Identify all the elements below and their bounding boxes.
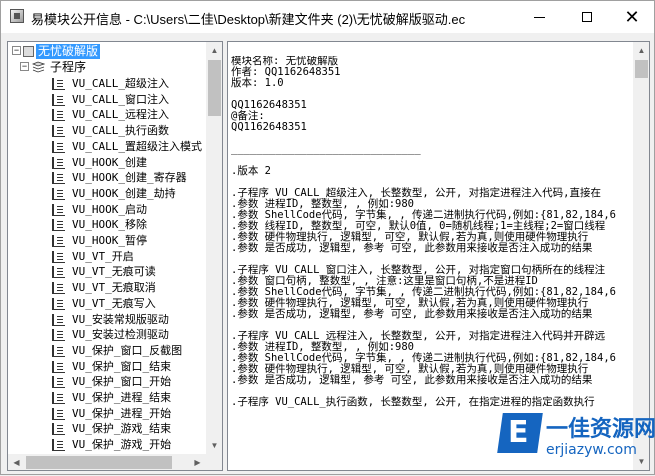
subroutine-icon [52, 203, 65, 216]
app-icon [10, 9, 24, 23]
subroutine-icon [52, 282, 65, 295]
tree-item-label: VU_安装过检测驱动 [72, 328, 169, 342]
site-watermark: E 一佳资源网 erjiazyw.com [497, 409, 655, 476]
subroutine-icon [52, 109, 65, 122]
subroutine-icon [52, 297, 65, 310]
info-line: .参数 是否成功, 逻辑型, 参考 可空, 此参数用来接收是否注入成功的结果 [231, 374, 593, 386]
subroutine-icon [52, 250, 65, 263]
subroutine-icon [52, 439, 65, 452]
scroll-down-icon[interactable]: ▼ [206, 437, 222, 454]
info-line: QQ1162648351 [231, 121, 307, 133]
tree-item-label: VU_保护_游戏_结束 [72, 422, 172, 436]
info-line: .参数 是否成功, 逻辑型, 参考 可空, 此参数用来接收是否注入成功的结果 [231, 242, 593, 254]
tree-root-label: 无忧破解版 [36, 44, 101, 59]
subroutine-icon [52, 219, 65, 232]
watermark-text: 一佳资源网 [546, 417, 655, 442]
scroll-thumb[interactable] [635, 60, 648, 78]
subroutine-icon [52, 360, 65, 373]
tree-item-label: VU_HOOK_移除 [72, 218, 147, 232]
tree-item-label: VU_保护_窗口_开始 [72, 375, 172, 389]
close-button[interactable]: ✕ [609, 1, 655, 33]
maximize-icon [582, 12, 592, 22]
scroll-right-icon[interactable]: ▶ [189, 454, 206, 470]
info-line [231, 155, 631, 166]
module-info-panel: 模块名称: 无忧破解版 作者: QQ1162648351 版本: 1.0 QQ1162… [227, 41, 650, 471]
info-line: .版本 2 [231, 165, 271, 177]
module-icon [23, 46, 34, 57]
tree-item-label: VU_保护_进程_开始 [72, 406, 172, 420]
tree-item-label: VU_VT_开启 [72, 249, 134, 263]
scroll-up-icon[interactable]: ▲ [206, 42, 222, 59]
watermark-url: erjiazyw.com [546, 442, 637, 458]
scroll-thumb[interactable] [26, 456, 172, 469]
subroutine-icon [52, 172, 65, 185]
subroutine-icon [52, 344, 65, 357]
info-vertical-scrollbar[interactable]: ▲ ▼ [633, 42, 649, 470]
subroutine-icon [52, 125, 65, 138]
tree-item-label: VU_CALL_执行函数 [72, 124, 169, 138]
minimize-icon [533, 16, 545, 18]
scroll-left-icon[interactable]: ◀ [8, 454, 25, 470]
tree-vertical-scrollbar[interactable]: ▲ ▼ [206, 42, 222, 454]
tree-item-label: VU_CALL_窗口注入 [72, 92, 169, 106]
tree-item-label: VU_CALL_置超级注入模式 [72, 139, 202, 153]
subroutine-icon [52, 329, 65, 342]
tree-item-label: VU_保护_窗口_反截图 [72, 343, 183, 357]
tree-node-label: 子程序 [50, 60, 87, 74]
subroutine-icon [52, 93, 65, 106]
subroutine-icon [52, 78, 65, 90]
tree-item-label: VU_CALL_超级注入 [72, 77, 169, 90]
subroutine-icon [52, 156, 65, 169]
tree-item-label: VU_HOOK_创建_劫持 [72, 186, 176, 200]
subroutine-icon [52, 235, 65, 247]
close-icon: ✕ [624, 7, 640, 27]
tree-item-label: VU_HOOK_启动 [72, 202, 147, 216]
tree-item-label: VU_保护_进程_结束 [72, 391, 172, 404]
tree-item-label: VU_HOOK_暂停 [72, 234, 147, 247]
tree-item-label: VU_HOOK_创建_寄存器 [72, 171, 187, 185]
scroll-thumb[interactable] [208, 60, 221, 116]
info-line: 版本: 1.0 [231, 77, 284, 89]
scroll-up-icon[interactable]: ▲ [633, 42, 649, 59]
tree-item-label: VU_CALL_远程注入 [72, 108, 169, 122]
subroutine-icon [52, 187, 65, 200]
watermark-letter: E [508, 415, 529, 450]
scrollbar-corner [206, 454, 222, 470]
info-line: ______________________________ [231, 143, 421, 155]
subroutine-icon [52, 140, 65, 153]
tree-item-label: VU_HOOK_创建 [72, 155, 147, 169]
subroutine-icon [52, 376, 65, 389]
tree-item-label: VU_VT_无痕可读 [72, 265, 156, 279]
title-bar[interactable]: 易模块公开信息 - C:\Users\二佳\Desktop\新建文件夹 (2)\… [1, 1, 654, 33]
subroutine-icon [52, 313, 65, 326]
subroutine-icon [52, 266, 65, 279]
subroutine-icon [52, 392, 65, 404]
minimize-button[interactable] [516, 1, 562, 33]
tree-horizontal-scrollbar[interactable]: ◀ ▶ [8, 454, 206, 470]
tree-item-label: VU_VT_无痕写入 [72, 296, 156, 310]
subroutine-icon [52, 407, 65, 420]
collapse-icon[interactable]: − [12, 46, 21, 55]
info-line: QQ1162648351 [231, 99, 307, 111]
subroutine-icon [52, 423, 65, 436]
module-tree-panel: − 无忧破解版 − 子程序 VU_CALL_超级注入 VU_CALL_窗口注入 VU… [7, 41, 223, 471]
info-line: 作者: QQ1162648351 [231, 66, 341, 78]
module-tree[interactable]: − 无忧破解版 − 子程序 VU_CALL_超级注入 VU_CALL_窗口注入 VU… [8, 42, 206, 454]
app-window: 易模块公开信息 - C:\Users\二佳\Desktop\新建文件夹 (2)\… [0, 0, 655, 475]
tree-item-label: VU_安装常规版驱动 [72, 312, 169, 326]
tree-item-label: VU_保护_窗口_结束 [72, 359, 172, 373]
maximize-button[interactable] [564, 1, 610, 33]
tree-item-label: VU_VT_无痕取消 [72, 281, 156, 295]
info-line: .参数 是否成功, 逻辑型, 参考 可空, 此参数用来接收是否注入成功的结果 [231, 308, 593, 320]
collapse-icon[interactable]: − [20, 62, 29, 71]
info-line: .子程序 VU_CALL_执行函数, 长整数型, 公开, 在指定进程的指定函数执… [231, 396, 595, 408]
tree-item-label: VU_保护_游戏_开始 [72, 438, 172, 452]
module-info-text[interactable]: 模块名称: 无忧破解版 作者: QQ1162648351 版本: 1.0 QQ1162… [231, 56, 631, 466]
cube-stack-icon [32, 61, 45, 73]
window-title: 易模块公开信息 - C:\Users\二佳\Desktop\新建文件夹 (2)\… [31, 12, 466, 27]
